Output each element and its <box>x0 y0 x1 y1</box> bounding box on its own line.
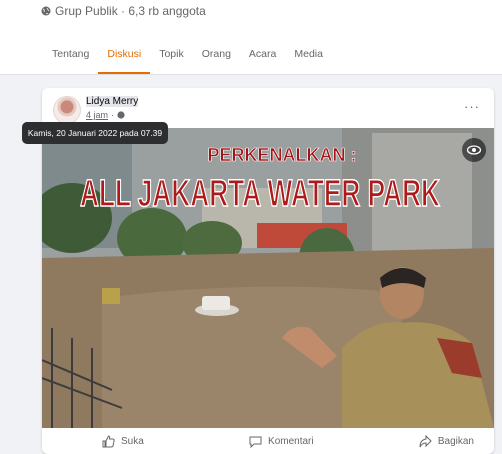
group-meta-text: Grup Publik · 6,3 rb anggota <box>55 4 206 18</box>
tab-tentang[interactable]: Tentang <box>43 36 98 74</box>
share-icon <box>419 434 432 447</box>
tab-orang[interactable]: Orang <box>193 36 240 74</box>
globe-icon <box>117 111 125 119</box>
like-button[interactable]: Suka <box>102 434 144 448</box>
view-image-icon[interactable] <box>462 138 486 162</box>
post-actions: Suka Komentari Bagikan <box>42 428 494 454</box>
tab-topik[interactable]: Topik <box>150 36 193 74</box>
more-options-button[interactable]: ··· <box>464 99 480 114</box>
post-time[interactable]: 4 jam <box>86 110 108 120</box>
flood-photo: PERKENALKAN : ALL JAKARTA WATER PARK <box>42 128 494 428</box>
tab-diskusi[interactable]: Diskusi <box>98 36 151 74</box>
like-label: Suka <box>121 435 144 447</box>
time-separator: · <box>111 110 115 120</box>
post-author[interactable]: Lidya Merry <box>86 96 139 107</box>
comment-label: Komentari <box>268 435 314 447</box>
thumbs-up-icon <box>102 434 115 447</box>
share-label: Bagikan <box>437 435 474 447</box>
globe-icon <box>41 6 51 16</box>
group-header: Grup Publik · 6,3 rb anggota Tentang Dis… <box>0 0 502 75</box>
image-caption-line2: ALL JAKARTA WATER PARK <box>80 173 440 215</box>
group-meta: Grup Publik · 6,3 rb anggota <box>41 4 206 18</box>
share-button[interactable]: Bagikan <box>419 434 474 448</box>
tab-acara[interactable]: Acara <box>240 36 285 74</box>
post-time-row: 4 jam · <box>86 110 125 120</box>
post-image[interactable]: PERKENALKAN : ALL JAKARTA WATER PARK <box>42 128 494 428</box>
group-tabs: Tentang Diskusi Topik Orang Acara Media <box>43 36 332 74</box>
comment-icon <box>249 436 262 448</box>
image-caption-line1: PERKENALKAN : <box>207 145 356 165</box>
timestamp-tooltip: Kamis, 20 Januari 2022 pada 07.39 <box>22 122 168 144</box>
tab-media[interactable]: Media <box>285 36 332 74</box>
avatar[interactable] <box>53 96 81 124</box>
comment-button[interactable]: Komentari <box>249 435 314 448</box>
